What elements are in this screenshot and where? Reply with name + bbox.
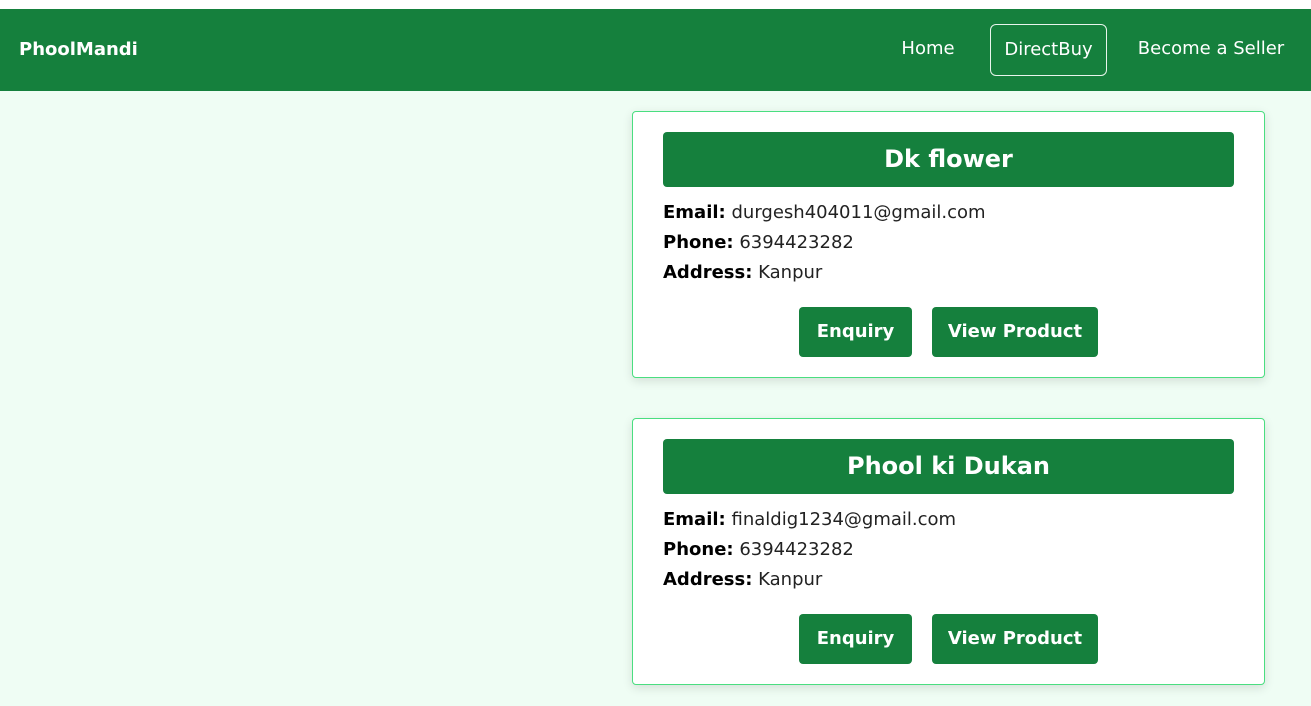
- address-value: Kanpur: [758, 262, 823, 283]
- seller-address: Address: Kanpur: [663, 262, 822, 283]
- phone-label: Phone:: [663, 539, 734, 560]
- nav-directbuy-link[interactable]: DirectBuy: [990, 24, 1107, 76]
- seller-card: Phool ki Dukan Email: finaldig1234@gmail…: [632, 418, 1265, 685]
- email-value: durgesh404011@gmail.com: [731, 202, 986, 223]
- seller-phone: Phone: 6394423282: [663, 232, 854, 253]
- email-label: Email:: [663, 202, 726, 223]
- address-value: Kanpur: [758, 569, 823, 590]
- brand-logo[interactable]: PhoolMandi: [19, 9, 138, 91]
- phone-value: 6394423282: [739, 539, 854, 560]
- phone-value: 6394423282: [739, 232, 854, 253]
- phone-label: Phone:: [663, 232, 734, 253]
- seller-name: Dk flower: [663, 132, 1234, 187]
- seller-phone: Phone: 6394423282: [663, 539, 854, 560]
- seller-address: Address: Kanpur: [663, 569, 822, 590]
- seller-name: Phool ki Dukan: [663, 439, 1234, 494]
- seller-email: Email: durgesh404011@gmail.com: [663, 202, 986, 223]
- email-value: finaldig1234@gmail.com: [731, 509, 957, 530]
- address-label: Address:: [663, 262, 753, 283]
- view-product-button[interactable]: View Product: [932, 307, 1098, 357]
- seller-card: Dk flower Email: durgesh404011@gmail.com…: [632, 111, 1265, 378]
- address-label: Address:: [663, 569, 753, 590]
- email-label: Email:: [663, 509, 726, 530]
- enquiry-button[interactable]: Enquiry: [799, 614, 912, 664]
- top-strip: [0, 0, 1311, 9]
- seller-email: Email: finaldig1234@gmail.com: [663, 509, 956, 530]
- nav-home-link[interactable]: Home: [888, 24, 968, 76]
- navbar: PhoolMandi Home DirectBuy Become a Selle…: [0, 9, 1311, 91]
- nav-become-seller-link[interactable]: Become a Seller: [1130, 24, 1292, 76]
- view-product-button[interactable]: View Product: [932, 614, 1098, 664]
- enquiry-button[interactable]: Enquiry: [799, 307, 912, 357]
